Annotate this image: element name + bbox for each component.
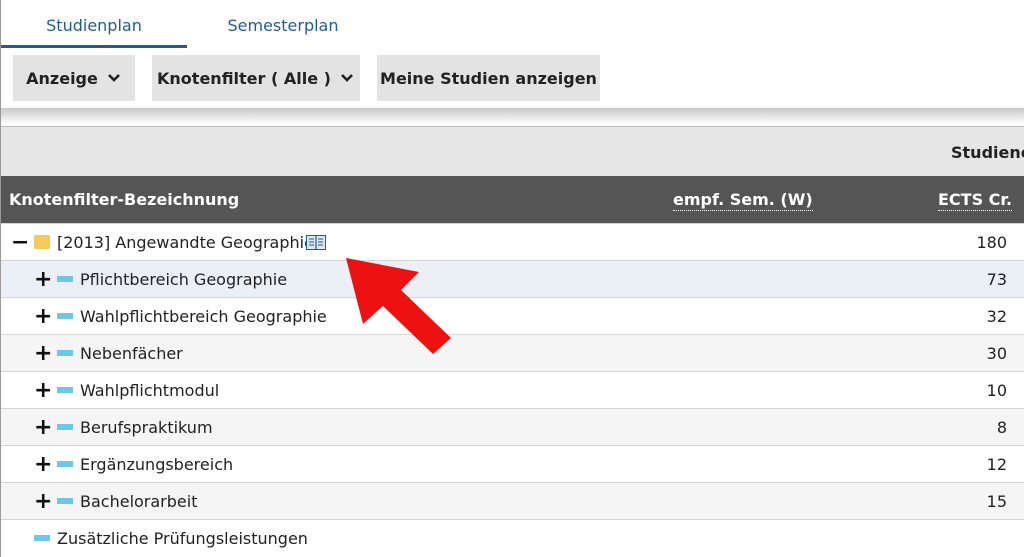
node-marker-icon xyxy=(57,276,73,282)
table-row: + Ergänzungsbereich 12 xyxy=(1,445,1024,482)
row-label[interactable]: Wahlpflichtbereich Geographie xyxy=(80,298,327,335)
node-marker-icon xyxy=(57,350,73,356)
meine-studien-button[interactable]: Meine Studien anzeigen xyxy=(377,55,600,101)
node-marker-icon xyxy=(34,535,50,541)
row-ects: 32 xyxy=(986,307,1007,326)
row-label[interactable]: Nebenfächer xyxy=(80,335,183,372)
row-label[interactable]: [2013] Angewandte Geographie xyxy=(57,224,314,261)
collapse-toggle[interactable]: − xyxy=(11,224,29,261)
row-ects: 10 xyxy=(986,381,1007,400)
row-label[interactable]: Ergänzungsbereich xyxy=(80,446,233,483)
anzeige-button[interactable]: Anzeige xyxy=(13,55,135,101)
table-header: Knotenfilter-Bezeichnung empf. Sem. (W) … xyxy=(1,176,1024,223)
expand-toggle[interactable]: + xyxy=(34,335,52,372)
knotenfilter-button[interactable]: Knotenfilter ( Alle ) xyxy=(152,55,360,101)
anzeige-label: Anzeige xyxy=(26,68,98,88)
node-marker-icon xyxy=(57,461,73,467)
table-row: − [2013] Angewandte Geographie 180 xyxy=(1,223,1024,260)
row-ects: 8 xyxy=(996,418,1007,437)
node-marker-icon xyxy=(57,313,73,319)
expand-toggle[interactable]: + xyxy=(34,298,52,335)
expand-toggle[interactable]: + xyxy=(34,372,52,409)
node-marker-icon xyxy=(57,387,73,393)
header-ects[interactable]: ECTS Cr. xyxy=(938,190,1013,211)
expand-toggle[interactable]: + xyxy=(34,446,52,483)
row-label[interactable]: Pflichtbereich Geographie xyxy=(80,261,287,298)
table-row: Zusätzliche Prüfungsleistungen xyxy=(1,519,1024,556)
chevron-down-icon xyxy=(107,74,120,82)
expand-toggle[interactable]: + xyxy=(34,483,52,520)
table-row: + Wahlpflichtbereich Geographie 32 xyxy=(1,297,1024,334)
red-arrow-annotation xyxy=(346,258,451,354)
row-ects: 180 xyxy=(976,233,1007,252)
expand-toggle[interactable]: + xyxy=(34,261,52,298)
divider-shadow xyxy=(1,108,1024,124)
row-label[interactable]: Berufspraktikum xyxy=(80,409,213,446)
header-name: Knotenfilter-Bezeichnung xyxy=(9,190,240,209)
expand-toggle[interactable]: + xyxy=(34,409,52,446)
table-row: + Bachelorarbeit 15 xyxy=(1,482,1024,519)
column-group-band: Studiene xyxy=(1,126,1024,177)
node-marker-icon xyxy=(57,498,73,504)
row-label[interactable]: Wahlpflichtmodul xyxy=(80,372,219,409)
node-marker-icon xyxy=(57,424,73,430)
tab-bar: Studienplan Semesterplan xyxy=(1,0,1024,48)
meine-studien-label: Meine Studien anzeigen xyxy=(380,68,597,88)
folder-icon xyxy=(34,235,50,249)
column-group-title: Studiene xyxy=(951,143,1024,162)
table-row: + Berufspraktikum 8 xyxy=(1,408,1024,445)
row-ects: 15 xyxy=(986,492,1007,511)
header-empf-sem[interactable]: empf. Sem. (W) xyxy=(673,190,813,211)
row-ects: 30 xyxy=(986,344,1007,363)
table-row: + Wahlpflichtmodul 10 xyxy=(1,371,1024,408)
knotenfilter-label: Knotenfilter ( Alle ) xyxy=(157,68,331,88)
tab-studienplan[interactable]: Studienplan xyxy=(1,0,187,48)
row-ects: 12 xyxy=(986,455,1007,474)
row-label[interactable]: Zusätzliche Prüfungsleistungen xyxy=(57,520,308,557)
row-label[interactable]: Bachelorarbeit xyxy=(80,483,197,520)
toolbar: Anzeige Knotenfilter ( Alle ) Meine Stud… xyxy=(1,48,1024,106)
book-icon[interactable] xyxy=(306,235,326,250)
tab-semesterplan[interactable]: Semesterplan xyxy=(201,0,365,48)
table-row: + Nebenfächer 30 xyxy=(1,334,1024,371)
row-ects: 73 xyxy=(986,270,1007,289)
chevron-down-icon xyxy=(341,74,353,82)
table-row: + Pflichtbereich Geographie 73 xyxy=(1,260,1024,297)
